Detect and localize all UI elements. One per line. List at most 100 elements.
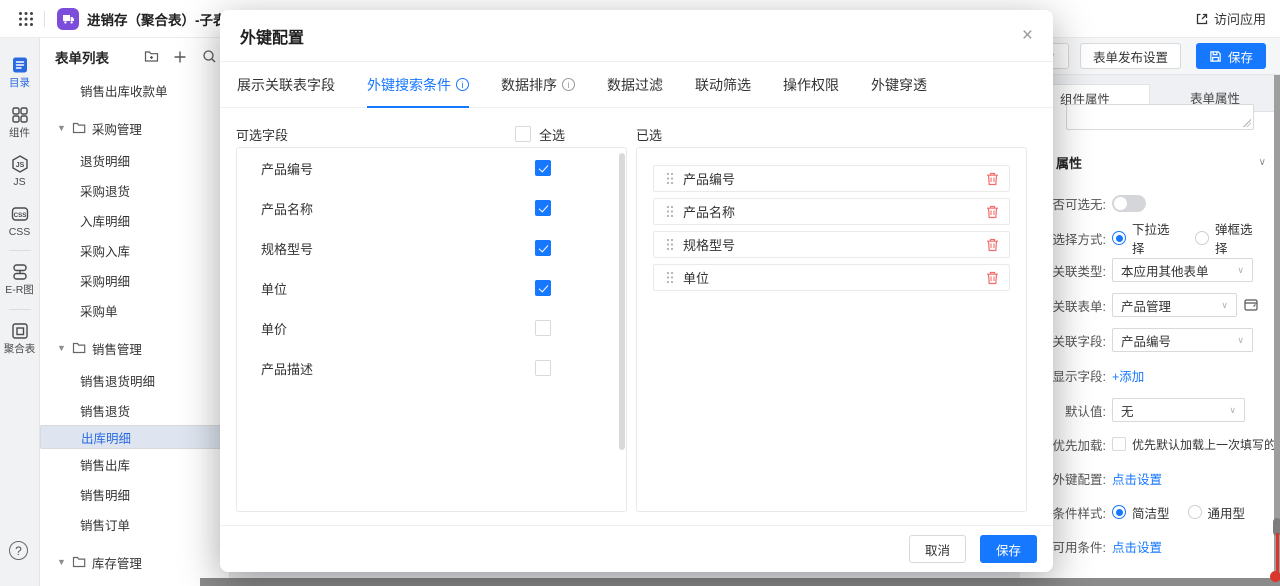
form-tree-item[interactable]: 销售退货 (40, 395, 229, 425)
sidebar-label: 组件 (9, 128, 30, 139)
visit-app-button[interactable]: 访问应用 (1195, 9, 1266, 28)
field-checkbox[interactable] (535, 240, 551, 256)
description-textarea[interactable] (1066, 104, 1254, 130)
form-tree-item[interactable]: 出库明细 (40, 425, 229, 449)
row-relation-type: 关联类型: 本应用其他表单 ∨ (1020, 258, 1272, 282)
modal-tab[interactable]: 操作权限 (783, 62, 839, 108)
list-scrollbar-thumb[interactable] (619, 153, 625, 450)
selected-field-row[interactable]: 产品名称 (653, 198, 1010, 225)
selected-field-row[interactable]: 规格型号 (653, 231, 1010, 258)
field-checkbox[interactable] (535, 280, 551, 296)
scrollbar-red-indicator (1276, 533, 1279, 575)
available-fields-column: 可选字段 全选 产品编号产品名称规格型号单位单价产品描述 (236, 121, 627, 512)
field-name: 产品编号 (683, 169, 735, 188)
open-form-icon[interactable] (1243, 297, 1259, 313)
chevron-down-icon: ∨ (1237, 265, 1244, 276)
caret-down-icon: ▼ (57, 557, 66, 567)
trash-icon[interactable] (986, 238, 999, 252)
sidebar-label: 聚合表 (4, 344, 36, 355)
relation-type-select[interactable]: 本应用其他表单 ∨ (1112, 258, 1253, 282)
form-list-panel: 表单列表 销售出库收款单▼采购管理退货明细采购退货入库明细采购入库采购明细采购单… (40, 38, 230, 586)
app-grid-icon[interactable] (18, 11, 34, 27)
drag-handle-icon[interactable] (666, 172, 674, 185)
fk-config-link[interactable]: 点击设置 (1112, 469, 1162, 488)
row-search-style: 搜索条件样式: 简洁型 通用型 (1020, 500, 1272, 524)
modal-tab[interactable]: 外键搜索条件i (367, 62, 469, 108)
horizontal-scrollbar-track[interactable] (200, 578, 1280, 586)
field-checkbox[interactable] (535, 200, 551, 216)
vertical-scrollbar-track[interactable] (1274, 75, 1280, 578)
form-tree-item[interactable]: 采购入库 (40, 235, 229, 265)
form-publish-settings-button[interactable]: 表单发布设置 (1080, 43, 1181, 69)
form-tree-item[interactable]: 采购明细 (40, 265, 229, 295)
preload-checkbox[interactable] (1112, 437, 1126, 451)
properties-section-header[interactable]: 属性 ∨ (1056, 153, 1266, 172)
form-tree-item[interactable]: 销售明细 (40, 479, 229, 509)
field-checkbox[interactable] (535, 160, 551, 176)
modal-save-button[interactable]: 保存 (980, 535, 1037, 563)
radio-simple-style[interactable] (1112, 505, 1126, 519)
add-form-icon[interactable] (172, 49, 188, 65)
form-tree-group[interactable]: ▼库存管理 (40, 547, 229, 577)
new-folder-icon[interactable] (143, 49, 159, 65)
trash-icon[interactable] (986, 172, 999, 186)
form-tree-item[interactable]: 采购退货 (40, 175, 229, 205)
field-checkbox[interactable] (535, 360, 551, 376)
select-all-checkbox[interactable] (515, 126, 531, 142)
trash-icon[interactable] (986, 271, 999, 285)
selected-field-row[interactable]: 产品编号 (653, 165, 1010, 192)
relation-form-select[interactable]: 产品管理 ∨ (1112, 293, 1237, 317)
modal-tab[interactable]: 外键穿透 (871, 62, 927, 108)
caret-down-icon: ▼ (57, 343, 66, 353)
select-all-label: 全选 (539, 125, 565, 144)
form-tree-item[interactable]: 销售订单 (40, 509, 229, 539)
sidebar-item-er-diagram[interactable]: E-R图 (0, 255, 40, 305)
drag-handle-icon[interactable] (666, 205, 674, 218)
form-tree-item[interactable]: 入库明细 (40, 205, 229, 235)
form-tree-group[interactable]: ▼采购管理 (40, 113, 229, 143)
close-icon[interactable]: × (1022, 26, 1033, 45)
drag-handle-icon[interactable] (666, 271, 674, 284)
form-tree-item[interactable]: 销售退货明细 (40, 365, 229, 395)
default-value-select[interactable]: 无 ∨ (1112, 398, 1245, 422)
sidebar-item-directory[interactable]: 目录 (0, 48, 40, 98)
trash-icon[interactable] (986, 205, 999, 219)
modal-tab[interactable]: 联动筛选 (695, 62, 751, 108)
cancel-button[interactable]: 取消 (909, 535, 966, 563)
app-logo-icon[interactable] (57, 8, 79, 30)
available-field-row: 产品描述 (237, 348, 626, 388)
field-checkbox[interactable] (535, 320, 551, 336)
optional-none-toggle[interactable] (1112, 195, 1146, 212)
chevron-up-icon: ∨ (1259, 157, 1266, 168)
form-tree-group[interactable]: ▼销售管理 (40, 333, 229, 363)
add-display-field-link[interactable]: +添加 (1112, 366, 1144, 385)
selected-fields-title: 已选 (636, 125, 662, 144)
sidebar-item-css[interactable]: CSS CSS (0, 197, 40, 247)
breadcrumb-app-title[interactable]: 进销存（聚合表）-子表 (87, 9, 227, 29)
drag-handle-icon[interactable] (666, 238, 674, 251)
available-condition-link[interactable]: 点击设置 (1112, 537, 1162, 556)
form-tree-item[interactable]: 采购单 (40, 295, 229, 325)
available-fields-list: 产品编号产品名称规格型号单位单价产品描述 (236, 147, 627, 512)
radio-dropdown-select[interactable] (1112, 231, 1126, 245)
modal-footer: 取消 保存 (220, 525, 1053, 572)
selected-field-row[interactable]: 单位 (653, 264, 1010, 291)
search-icon[interactable] (201, 49, 217, 65)
form-tree-item[interactable]: 销售出库 (40, 449, 229, 479)
sidebar-item-components[interactable]: 组件 (0, 98, 40, 148)
toolbar-save-button[interactable]: 保存 (1196, 43, 1266, 69)
modal-tab[interactable]: 展示关联表字段 (237, 62, 335, 108)
radio-general-style[interactable] (1188, 505, 1202, 519)
form-tree-item[interactable]: 退货明细 (40, 145, 229, 175)
resize-handle[interactable] (1243, 119, 1251, 127)
modal-tab[interactable]: 数据排序i (501, 62, 575, 108)
help-icon[interactable]: ? (9, 541, 28, 560)
sidebar-item-js[interactable]: JS JS (0, 147, 40, 197)
sidebar-item-aggregate-table[interactable]: 聚合表 (0, 314, 40, 364)
modal-body: 可选字段 全选 产品编号产品名称规格型号单位单价产品描述 已选 (220, 108, 1053, 512)
row-relation-field: *关联字段: 产品编号 ∨ (1020, 328, 1272, 352)
relation-field-select[interactable]: 产品编号 ∨ (1112, 328, 1253, 352)
radio-popup-select[interactable] (1195, 231, 1209, 245)
form-tree-item[interactable]: 销售出库收款单 (40, 75, 229, 105)
modal-tab[interactable]: 数据过滤 (607, 62, 663, 108)
